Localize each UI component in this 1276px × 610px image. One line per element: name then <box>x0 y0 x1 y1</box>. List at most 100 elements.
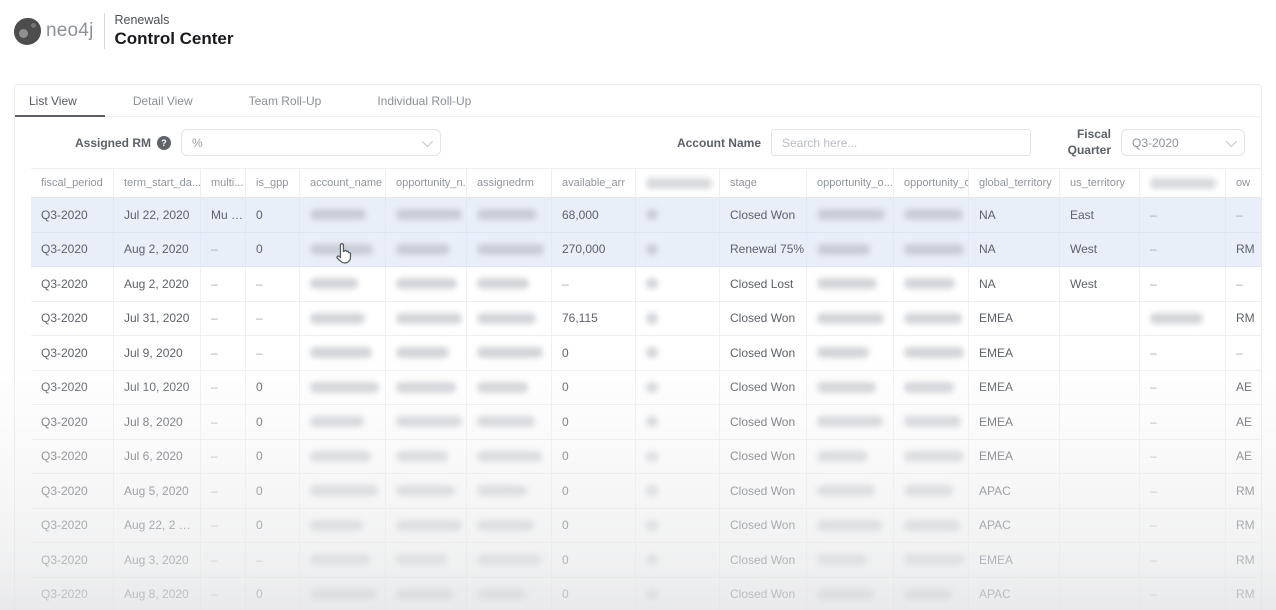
table-cell-multi: Mu … <box>201 198 246 233</box>
redacted-cell-content <box>646 451 658 462</box>
tab-team-roll-up[interactable]: Team Roll-Up <box>221 85 350 116</box>
redacted-cell-content <box>817 416 883 427</box>
table-cell-opportunity_o2 <box>894 267 969 302</box>
table-cell-global_territory: NA <box>969 267 1060 302</box>
tab-individual-roll-up[interactable]: Individual Roll-Up <box>349 85 499 116</box>
assigned-rm-dropdown[interactable]: % <box>181 129 441 156</box>
redacted-cell-content <box>310 244 373 255</box>
table-cell-redacted_col_2 <box>1140 302 1226 337</box>
table-cell-assignedrm <box>467 440 552 475</box>
table-cell-is_gpp: 0 <box>246 440 300 475</box>
table-cell-redacted_col_1 <box>636 267 720 302</box>
table-cell-stage: Closed Won <box>720 371 807 406</box>
redacted-cell-content <box>310 589 377 600</box>
table-cell-available_arr: 0 <box>552 578 636 610</box>
table-cell-term_start_date: Jul 10, 2020 <box>114 371 201 406</box>
assigned-rm-value: % <box>192 136 203 150</box>
column-header-redacted_col_1[interactable] <box>636 169 720 198</box>
table-cell-account_name <box>300 302 386 337</box>
column-header-available_arr[interactable]: available_arr <box>552 169 636 198</box>
column-header-opportunity_o1[interactable]: opportunity_o... <box>807 169 894 198</box>
redacted-cell-content <box>646 416 658 427</box>
fiscal-quarter-dropdown[interactable]: Q3-2020 <box>1121 129 1245 156</box>
table-cell-assignedrm <box>467 509 552 544</box>
column-header-assignedrm[interactable]: assignedrm <box>467 169 552 198</box>
table-row[interactable]: Q3-2020Jul 6, 2020–00Closed WonEMEA–AE <box>31 440 1262 475</box>
table-cell-redacted_col_2: – <box>1140 543 1226 578</box>
table-cell-owner: – <box>1226 198 1262 233</box>
account-name-search-input[interactable] <box>771 129 1031 156</box>
table-cell-redacted_col_2: – <box>1140 198 1226 233</box>
table-cell-multi: – <box>201 371 246 406</box>
table-cell-term_start_date: Jul 22, 2020 <box>114 198 201 233</box>
table-row[interactable]: Q3-2020Jul 8, 2020–00Closed WonEMEA–AE <box>31 405 1262 440</box>
table-cell-stage: Closed Won <box>720 474 807 509</box>
column-header-global_territory[interactable]: global_territory <box>969 169 1060 198</box>
column-header-term_start_date[interactable]: term_start_da... <box>114 169 201 198</box>
table-row[interactable]: Q3-2020Jul 9, 2020––0Closed WonEMEA–– <box>31 336 1262 371</box>
table-cell-stage: Closed Won <box>720 440 807 475</box>
column-header-is_gpp[interactable]: is_gpp <box>246 169 300 198</box>
column-header-owner[interactable]: ow <box>1226 169 1262 198</box>
tab-list-view[interactable]: List View <box>15 85 105 116</box>
table-cell-redacted_col_1 <box>636 474 720 509</box>
app-title-line2: Control Center <box>115 29 234 49</box>
redacted-cell-content <box>904 520 960 531</box>
table-cell-fiscal_period: Q3-2020 <box>31 543 114 578</box>
column-header-multi[interactable]: multi... <box>201 169 246 198</box>
table-cell-redacted_col_1 <box>636 440 720 475</box>
redacted-cell-content <box>646 589 658 600</box>
redacted-cell-content <box>904 416 961 427</box>
table-cell-opportunity_n <box>386 578 467 610</box>
column-header-stage[interactable]: stage <box>720 169 807 198</box>
redacted-cell-content <box>477 485 527 496</box>
redacted-cell-content <box>477 589 526 600</box>
table-cell-fiscal_period: Q3-2020 <box>31 578 114 610</box>
table-row[interactable]: Q3-2020Aug 2, 2020–––Closed LostNAWest–– <box>31 267 1262 302</box>
app-title-line1: Renewals <box>115 13 234 29</box>
table-cell-opportunity_n <box>386 336 467 371</box>
column-header-account_name[interactable]: account_name <box>300 169 386 198</box>
table-cell-is_gpp: 0 <box>246 233 300 268</box>
table-cell-redacted_col_2: – <box>1140 474 1226 509</box>
table-row[interactable]: Q3-2020Aug 3, 2020––0Closed WonEMEA–RM <box>31 543 1262 578</box>
column-header-opportunity_n[interactable]: opportunity_n... <box>386 169 467 198</box>
redacted-cell-content <box>817 485 875 496</box>
tab-detail-view[interactable]: Detail View <box>105 85 221 116</box>
table-cell-owner: – <box>1226 336 1262 371</box>
table-cell-term_start_date: Aug 5, 2020 <box>114 474 201 509</box>
column-header-fiscal_period[interactable]: fiscal_period <box>31 169 114 198</box>
table-cell-opportunity_o1 <box>807 405 894 440</box>
table-cell-opportunity_o1 <box>807 302 894 337</box>
column-header-us_territory[interactable]: us_territory <box>1060 169 1140 198</box>
help-icon[interactable]: ? <box>157 136 171 150</box>
table-header-row: fiscal_periodterm_start_da...multi...is_… <box>31 168 1262 198</box>
table-cell-redacted_col_2: – <box>1140 440 1226 475</box>
table-row[interactable]: Q3-2020Aug 5, 2020–00Closed WonAPAC–RM <box>31 474 1262 509</box>
table-cell-fiscal_period: Q3-2020 <box>31 198 114 233</box>
redacted-cell-content <box>396 382 456 393</box>
table-row[interactable]: Q3-2020Jul 31, 2020––76,115Closed WonEME… <box>31 302 1262 337</box>
table-cell-assignedrm <box>467 405 552 440</box>
redacted-cell-content <box>477 244 544 255</box>
redacted-cell-content <box>904 278 955 289</box>
table-cell-is_gpp: 0 <box>246 509 300 544</box>
table-cell-available_arr: 0 <box>552 543 636 578</box>
table-row[interactable]: Q3-2020Jul 10, 2020–00Closed WonEMEA–AE <box>31 371 1262 406</box>
table-cell-global_territory: NA <box>969 198 1060 233</box>
table-row[interactable]: Q3-2020Aug 22, 2 …–00Closed WonAPAC–RM <box>31 509 1262 544</box>
table-row[interactable]: Q3-2020Jul 22, 2020Mu …068,000Closed Won… <box>31 198 1262 233</box>
column-header-redacted_col_2[interactable] <box>1140 169 1226 198</box>
table-cell-multi: – <box>201 474 246 509</box>
redacted-cell-content <box>396 554 447 565</box>
redacted-cell-content <box>396 520 462 531</box>
redacted-cell-content <box>646 313 658 324</box>
redacted-cell-content <box>396 278 457 289</box>
table-cell-opportunity_o2 <box>894 474 969 509</box>
table-cell-opportunity_o2 <box>894 543 969 578</box>
redacted-cell-content <box>310 278 358 289</box>
column-header-opportunity_o2[interactable]: opportunity_o... <box>894 169 969 198</box>
table-row[interactable]: Q3-2020Aug 8, 2020–00Closed WonAPAC–RM <box>31 578 1262 610</box>
table-row[interactable]: Q3-2020Aug 2, 2020–0270,000Renewal 75%NA… <box>31 233 1262 268</box>
table-cell-redacted_col_1 <box>636 509 720 544</box>
